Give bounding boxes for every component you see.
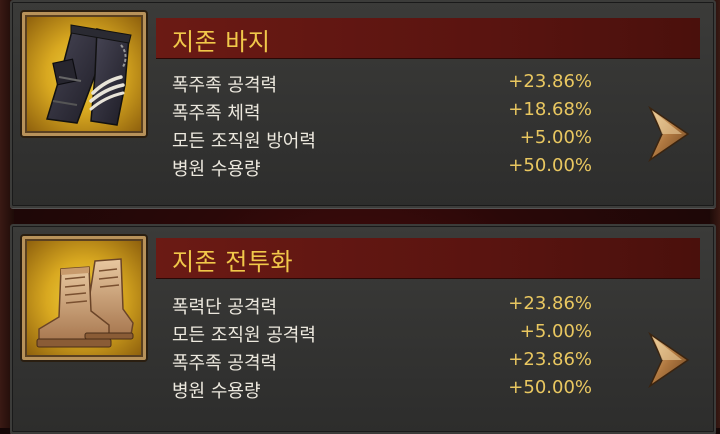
stat-row: 병원 수용량 +50.00% [172, 375, 592, 403]
stat-row: 폭주족 공격력 +23.86% [172, 69, 592, 97]
stat-label: 폭주족 공격력 [172, 75, 278, 96]
stat-value: +5.00% [519, 127, 592, 148]
stat-row: 폭주족 공격력 +23.86% [172, 347, 592, 375]
item-name: 지존 바지 [172, 28, 271, 56]
stat-row: 병원 수용량 +50.00% [172, 153, 592, 181]
equipment-card-boots: 지존 전투화 폭력단 공격력 +23.86% 모든 조직원 공격력 +5.00%… [10, 224, 716, 434]
stat-label: 폭주족 체력 [172, 103, 261, 124]
stat-value: +23.86% [508, 349, 592, 370]
pants-icon[interactable] [22, 12, 146, 136]
stat-label: 병원 수용량 [172, 159, 261, 180]
stat-row: 모든 조직원 공격력 +5.00% [172, 319, 592, 347]
stat-value: +23.86% [508, 293, 592, 314]
stat-label: 모든 조직원 공격력 [172, 325, 316, 346]
stat-value: +50.00% [508, 377, 592, 398]
item-name: 지존 전투화 [172, 248, 294, 276]
stat-value: +23.86% [508, 71, 592, 92]
stat-value: +50.00% [508, 155, 592, 176]
stat-row: 폭주족 체력 +18.68% [172, 97, 592, 125]
stat-value: +5.00% [519, 321, 592, 342]
equipment-card-pants: 지존 바지 폭주족 공격력 +23.86% 폭주족 체력 +18.68% 모든 … [10, 0, 716, 208]
stat-label: 병원 수용량 [172, 381, 261, 402]
stat-label: 폭력단 공격력 [172, 297, 278, 318]
stat-label: 폭주족 공격력 [172, 353, 278, 374]
chevron-right-icon[interactable] [646, 104, 692, 164]
stat-list: 폭력단 공격력 +23.86% 모든 조직원 공격력 +5.00% 폭주족 공격… [172, 291, 592, 403]
item-title-bar: 지존 전투화 [156, 238, 700, 279]
item-title-bar: 지존 바지 [156, 18, 700, 59]
stat-value: +18.68% [508, 99, 592, 120]
boots-icon[interactable] [22, 236, 146, 360]
stat-row: 모든 조직원 방어력 +5.00% [172, 125, 592, 153]
chevron-right-icon[interactable] [646, 330, 692, 390]
stat-label: 모든 조직원 방어력 [172, 131, 316, 152]
stat-list: 폭주족 공격력 +23.86% 폭주족 체력 +18.68% 모든 조직원 방어… [172, 69, 592, 181]
stat-row: 폭력단 공격력 +23.86% [172, 291, 592, 319]
